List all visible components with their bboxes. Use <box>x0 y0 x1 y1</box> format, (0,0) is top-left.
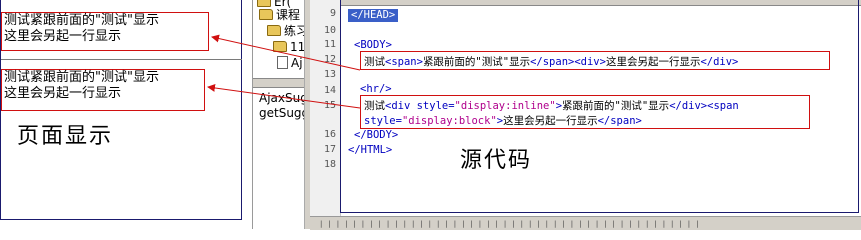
horizontal-scrollbar[interactable]: ||||||||||||||||||||||||||||||||||||||||… <box>310 216 861 230</box>
browser-preview-pane: 测试紧跟前面的"测试"显示 这里会另起一行显示 测试紧跟前面的"测试"显示 这里… <box>0 0 242 220</box>
line-number: 17 <box>323 144 336 155</box>
line-number: 16 <box>323 129 336 140</box>
tree-item[interactable]: Aj <box>277 55 303 71</box>
code-line: 测试<div style="display:inline">紧跟前面的"测试"显… <box>364 100 739 112</box>
line-number: 15 <box>323 100 336 111</box>
tree-item[interactable]: 练习 <box>267 23 308 39</box>
horizontal-rule <box>1 59 242 60</box>
folder-icon <box>273 41 287 52</box>
code-line: </BODY> <box>354 129 399 141</box>
project-tree-pane: Er( 课程 练习 110 Aj AjaxSugg getSugg <box>252 0 310 229</box>
line-number: 12 <box>323 54 336 65</box>
code-line: style="display:block">这里会另起一行显示</span> <box>364 115 642 127</box>
folder-icon <box>267 25 281 36</box>
line-number: 18 <box>323 159 336 170</box>
rendered-line: 这里会另起一行显示 <box>4 86 122 101</box>
folder-icon <box>257 0 271 7</box>
ruler-ticks: ||||||||||||||||||||||||||||||||||||||||… <box>320 220 705 228</box>
file-icon <box>277 56 288 69</box>
rendered-line: 这里会另起一行显示 <box>4 29 122 44</box>
code-line: 测试<span>紧跟前面的"测试"显示</span><div>这里会另起一行显示… <box>364 56 739 68</box>
tree-item[interactable]: 课程 <box>259 7 300 23</box>
folder-icon <box>259 9 273 20</box>
rendered-line: 测试紧跟前面的"测试"显示 <box>4 13 159 28</box>
code-editor-pane[interactable]: 9 10 11 12 13 14 15 16 17 18 </HEAD> <BO… <box>310 0 861 230</box>
outline-item[interactable]: AjaxSugg <box>259 90 310 106</box>
line-number: 11 <box>323 39 336 50</box>
selected-code: </HEAD> <box>348 9 399 22</box>
rendered-line: 测试紧跟前面的"测试"显示 <box>4 70 159 85</box>
line-number: 10 <box>323 25 336 36</box>
rendered-output-span-div: 测试紧跟前面的"测试"显示 这里会另起一行显示 <box>1 12 209 51</box>
line-number: 14 <box>323 85 336 96</box>
outline-item[interactable]: getSugg <box>259 105 309 121</box>
code-line: <BODY> <box>354 39 392 51</box>
code-line: </HTML> <box>348 144 393 156</box>
line-number: 13 <box>323 69 336 80</box>
code-text-area[interactable]: </HEAD> <BODY> 测试<span>紧跟前面的"测试"显示</span… <box>340 0 861 216</box>
page-display-label: 页面显示 <box>17 124 114 149</box>
line-number-gutter: 9 10 11 12 13 14 15 16 17 18 <box>310 0 341 216</box>
code-line: <hr/> <box>360 83 392 95</box>
panel-divider[interactable] <box>253 78 310 88</box>
source-code-label: 源代码 <box>460 148 533 173</box>
rendered-output-styled: 测试紧跟前面的"测试"显示 这里会另起一行显示 <box>1 69 205 111</box>
line-number: 9 <box>329 8 336 19</box>
